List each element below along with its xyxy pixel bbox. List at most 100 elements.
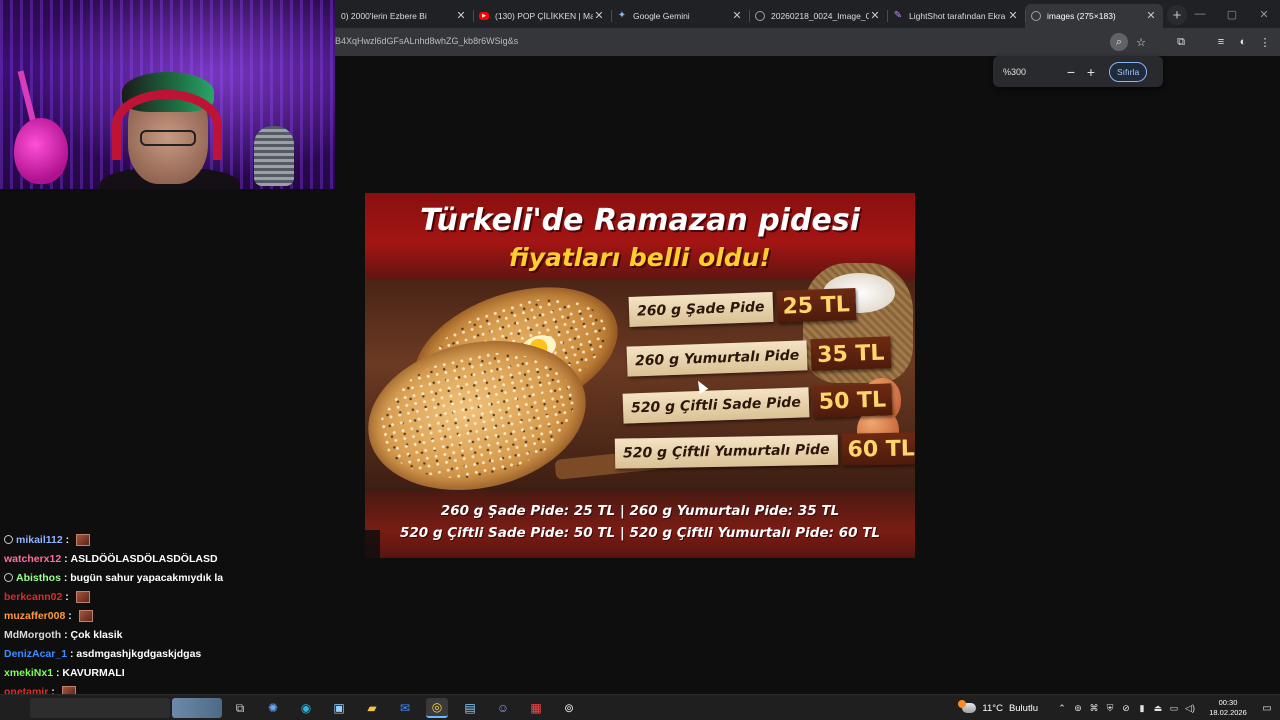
close-window-button[interactable]: ✕ xyxy=(1248,0,1280,28)
window-controls: — ▢ ✕ xyxy=(1184,0,1280,28)
chat-text: bugün sahur yapacakmıydık la xyxy=(70,571,224,584)
chat-username[interactable]: watcherx12 xyxy=(4,553,61,565)
tab-3[interactable]: ✦ Google Gemini ✕ xyxy=(611,4,749,28)
price-tag: 35 TL xyxy=(810,336,892,372)
close-icon[interactable]: ✕ xyxy=(455,9,467,22)
close-icon[interactable]: ✕ xyxy=(593,9,605,22)
weather-condition[interactable]: Bulutlu xyxy=(1009,703,1038,714)
minimize-button[interactable]: — xyxy=(1184,0,1216,28)
chat-username[interactable]: berkcann02 xyxy=(4,591,62,603)
address-bar: B4XqHwzl6dGFsALnhd8whZG_kb8r6WSig&s ⌕ ☆ … xyxy=(335,28,1280,56)
chat-username[interactable]: DenizAcar_1 xyxy=(4,648,67,660)
chat-separator: : xyxy=(67,647,77,660)
close-icon[interactable]: ✕ xyxy=(1145,9,1157,22)
price-label: 260 g Yumurtalı Pide xyxy=(626,340,808,377)
tab-4[interactable]: 20260218_0024_Image_G ✕ xyxy=(749,4,887,28)
clock-time: 00:30 xyxy=(1218,698,1238,707)
chat-separator: : xyxy=(61,628,71,641)
menu-icon[interactable]: ⋮ xyxy=(1256,33,1274,51)
temperature[interactable]: 11°C xyxy=(982,703,1003,714)
chrome-icon[interactable]: ◎ xyxy=(426,698,448,718)
chat-separator: : xyxy=(61,552,71,565)
steam-tray-icon[interactable]: ⊚ xyxy=(1070,703,1086,714)
chat-message: MdMorgoth : Çok klasik xyxy=(4,625,122,644)
shield-icon[interactable]: ⛨ xyxy=(1102,703,1118,714)
tab-title: 0) 2000'lerin Ezbere Bi xyxy=(341,10,427,21)
gamepad-icon[interactable]: ⌘ xyxy=(1086,703,1102,714)
tab-title: 20260218_0024_Image_G xyxy=(771,10,869,21)
tab-title: images (275×183) xyxy=(1047,10,1116,21)
price-tag: 25 TL xyxy=(775,288,857,323)
chat-message: DenizAcar_1 : asdmgashjkgdgaskjdgas xyxy=(4,644,201,663)
media-controls-icon[interactable]: ≡ xyxy=(1212,33,1230,51)
notification-icon[interactable]: ▭ xyxy=(1254,703,1280,714)
edge-icon[interactable]: ◉ xyxy=(295,698,317,718)
zoom-level: %300 xyxy=(1003,66,1027,77)
chat-separator: : xyxy=(65,609,75,622)
obs-icon[interactable]: ▦ xyxy=(525,698,547,718)
steam-icon[interactable]: ⊚ xyxy=(558,698,580,718)
chat-emote-icon xyxy=(78,609,93,622)
file-explorer-icon[interactable]: ▰ xyxy=(361,698,383,718)
chat-message: watcherx12 : ASLDÖÖLASDÖLASDÖLASD xyxy=(4,549,218,568)
store-icon[interactable]: ▣ xyxy=(328,698,350,718)
close-icon[interactable]: ✕ xyxy=(1007,9,1019,22)
profile-icon[interactable]: ◐ xyxy=(1234,33,1252,51)
price-tag: 50 TL xyxy=(812,383,893,419)
zoom-icon[interactable]: ⌕ xyxy=(1110,33,1128,51)
tab-1[interactable]: 0) 2000'lerin Ezbere Bi ✕ xyxy=(335,4,473,28)
chat-separator: : xyxy=(60,571,71,584)
tab-6-active[interactable]: images (275×183) ✕ xyxy=(1025,3,1163,28)
chevron-up-icon[interactable]: ⌃ xyxy=(1054,703,1070,714)
zoom-in-button[interactable]: + xyxy=(1081,64,1101,80)
guitar-icon xyxy=(14,118,68,184)
poster-summary-line: 260 g Şade Pide: 25 TL | 260 g Yumurtalı… xyxy=(440,503,840,519)
toolbar-icons: ⌕ ☆ ⧉ ≡ ◐ ⋮ xyxy=(1110,33,1274,51)
chat-username[interactable]: MdMorgoth xyxy=(4,629,61,641)
outlook-icon[interactable]: ✉ xyxy=(394,698,416,718)
extensions-icon[interactable]: ⧉ xyxy=(1172,33,1190,51)
chat-emote-icon xyxy=(75,590,90,603)
volume-icon[interactable]: ◁) xyxy=(1182,703,1198,714)
tab-2[interactable]: ▶ (130) POP ÇİLİKKEN | Mad ✕ xyxy=(473,4,611,28)
usb-icon[interactable]: ⏏ xyxy=(1150,703,1166,714)
weather-icon[interactable] xyxy=(958,700,977,713)
chat-username[interactable]: muzaffer008 xyxy=(4,610,65,622)
tab-title: Google Gemini xyxy=(633,10,690,21)
microphone-tray-icon[interactable]: ▮ xyxy=(1134,703,1150,714)
price-label: 260 g Şade Pide xyxy=(628,291,774,327)
chat-emote-icon xyxy=(76,533,91,546)
price-tag: 60 TL xyxy=(841,432,915,466)
zoom-popup: %300 − + Sıfırla xyxy=(993,56,1163,87)
chat-username[interactable]: Abisthos xyxy=(16,572,61,584)
task-view-icon[interactable]: ⧉ xyxy=(229,698,251,718)
maximize-button[interactable]: ▢ xyxy=(1216,0,1248,28)
chat-overlay: mikail112 : watcherx12 : ASLDÖÖLASDÖLASD… xyxy=(0,530,380,720)
chat-message: muzaffer008 : xyxy=(4,606,93,625)
discord-icon[interactable]: ☺ xyxy=(492,698,514,718)
chat-message: berkcann02 : xyxy=(4,587,90,606)
chat-separator: : xyxy=(53,666,63,679)
url-text[interactable]: B4XqHwzl6dGFsALnhd8whZG_kb8r6WSig&s xyxy=(335,36,518,46)
notes-icon[interactable]: ▤ xyxy=(459,698,481,718)
mute-icon[interactable]: ⊘ xyxy=(1118,703,1134,714)
zoom-reset-button[interactable]: Sıfırla xyxy=(1109,61,1148,82)
tab-title: (130) POP ÇİLİKKEN | Mad xyxy=(495,10,593,21)
search-highlight-image xyxy=(172,698,222,718)
taskbar: ⧉ ✺ ◉ ▣ ▰ ✉ ◎ ▤ ☺ ▦ ⊚ 11°C Bulutlu ⌃ ⊚ ⌘… xyxy=(0,694,1280,720)
close-icon[interactable]: ✕ xyxy=(869,9,881,22)
zoom-out-button[interactable]: − xyxy=(1061,64,1081,80)
clock-date: 18.02.2026 xyxy=(1209,708,1247,717)
chat-username[interactable]: mikail112 xyxy=(16,534,63,546)
webcam-overlay xyxy=(0,0,335,189)
taskbar-search[interactable] xyxy=(30,698,170,718)
bookmark-star-icon[interactable]: ☆ xyxy=(1132,33,1150,51)
network-icon[interactable]: ▭ xyxy=(1166,703,1182,714)
chat-username[interactable]: xmekiNx1 xyxy=(4,667,53,679)
close-icon[interactable]: ✕ xyxy=(731,9,743,22)
price-label: 520 g Çiftli Yumurtalı Pide xyxy=(614,434,838,469)
copilot-icon[interactable]: ✺ xyxy=(262,698,284,718)
chat-text: ASLDÖÖLASDÖLASDÖLASD xyxy=(70,552,218,565)
clock[interactable]: 00:30 18.02.2026 xyxy=(1202,698,1254,718)
tab-5[interactable]: ✎ LightShot tarafından Ekra ✕ xyxy=(887,4,1025,28)
